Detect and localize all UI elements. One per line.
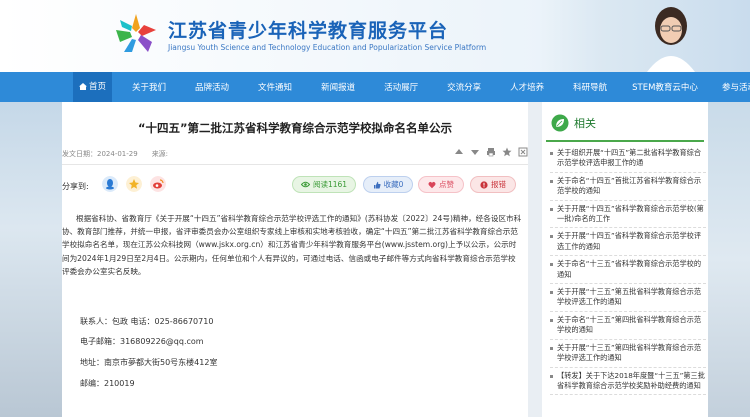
article-title: “十四五”第二批江苏省科学教育综合示范学校拟命名名单公示: [137, 121, 453, 135]
favorite-button[interactable]: 收藏0: [363, 176, 413, 193]
qzone-share-icon[interactable]: [126, 176, 142, 192]
nav-item-exchange[interactable]: 交流分享: [447, 81, 481, 93]
like-button[interactable]: 点赞: [418, 176, 464, 193]
related-link[interactable]: 关于命名“十三五”第四批省科学教育综合示范学校的通知: [550, 315, 706, 340]
report-error-button[interactable]: 报错: [470, 176, 516, 193]
source-label: 来源:: [151, 150, 169, 158]
nav-item-stem-cloud[interactable]: STEM教育云中心: [632, 81, 698, 93]
heart-icon: [428, 181, 436, 188]
font-decrease-icon[interactable]: [470, 147, 480, 157]
related-link[interactable]: 关于命名“十三五”省科学教育综合示范学校的通知: [550, 259, 706, 285]
article-panel: “十四五”第二批江苏省科学教育综合示范学校拟命名名单公示 发文日期：2024-0…: [62, 102, 528, 417]
related-link[interactable]: 关于开展“十四五”省科学教育综合示范学校评选工作的通知: [550, 231, 706, 257]
warning-icon: [480, 180, 488, 189]
article-tools: [454, 147, 528, 157]
related-list: 关于组织开展“十四五”第二批省科学教育综合示范学校评选申报工作的通 关于命名“十…: [550, 148, 706, 398]
nav-item-participate[interactable]: 参与活动: [722, 81, 750, 93]
leaf-icon: [551, 114, 569, 132]
home-icon: [79, 83, 87, 90]
nav-item-exhibition[interactable]: 活动展厅: [384, 81, 418, 93]
site-subtitle: Jiangsu Youth Science and Technology Edu…: [168, 43, 487, 52]
related-link[interactable]: 关于命名“十四五”首批江苏省科学教育综合示范学校的通知: [550, 176, 706, 201]
nav-item-research[interactable]: 科研导航: [573, 81, 607, 93]
sidebar-header: 相关: [542, 110, 708, 136]
nav-item-brand-activities[interactable]: 品牌活动: [195, 81, 229, 93]
article-paragraph: 根据省科协、省教育厅《关于开展“十四五”省科学教育综合示范学校评选工作的通知》(…: [62, 214, 522, 276]
article-meta: 发文日期：2024-01-29 来源:: [62, 149, 168, 159]
font-increase-icon[interactable]: [454, 147, 464, 157]
contact-address: 地址：南京市夢都大街50号东楼412室: [80, 358, 218, 367]
sidebar-underline: [546, 140, 704, 142]
share-label: 分享到:: [62, 182, 89, 191]
favorite-star-icon[interactable]: [502, 147, 512, 157]
nav-item-label: 首页: [89, 82, 107, 92]
thumb-up-icon: [373, 181, 381, 188]
contact-postcode: 邮编：210019: [80, 379, 135, 388]
date-label: 发文日期：: [62, 150, 97, 158]
eye-icon: [300, 181, 310, 188]
nav-item-home[interactable]: 首页: [73, 72, 113, 102]
background-photo-right: [708, 102, 750, 417]
article-body: 根据省科协、省教育厅《关于开展“十四五”省科学教育综合示范学校评选工作的通知》(…: [62, 212, 522, 278]
site-title: 江苏省青少年科学教育服务平台: [168, 20, 449, 42]
print-icon[interactable]: [486, 147, 496, 157]
related-link[interactable]: 关于开展“十四五”省科学教育综合示范学校(第一批)命名的工作: [550, 204, 706, 229]
contact-email: 电子邮箱：316809226@qq.com: [80, 337, 204, 346]
weibo-share-icon[interactable]: [150, 176, 166, 192]
nav-item-about[interactable]: 关于我们: [132, 81, 166, 93]
nav-item-news[interactable]: 新闻报道: [321, 81, 355, 93]
related-link[interactable]: 【转发】关于下达2018年度暨“十三五”第三批省科学教育综合示范学校奖励补助经费…: [550, 371, 706, 396]
main-nav: 首页 关于我们 品牌活动 文件通知 新闻报道 活动展厅 交流分享 人才培养 科研…: [0, 72, 750, 102]
nav-item-notices[interactable]: 文件通知: [258, 81, 292, 93]
views-count: 阅读1161: [312, 180, 348, 189]
publish-date: 2024-01-29: [97, 150, 138, 158]
related-sidebar: 相关 关于组织开展“十四五”第二批省科学教育综合示范学校评选申报工作的通 关于命…: [542, 102, 708, 417]
views-button[interactable]: 阅读1161: [292, 176, 356, 193]
header-photo: [540, 0, 750, 72]
divider: [62, 164, 528, 165]
qq-share-icon[interactable]: [102, 176, 118, 192]
related-link[interactable]: 关于开展“十三五”第五批省科学教育综合示范学校评选工作的通知: [550, 287, 706, 312]
close-window-icon[interactable]: [518, 147, 528, 157]
like-label: 点赞: [439, 180, 454, 189]
background-photo-left: [0, 102, 62, 417]
related-link[interactable]: 关于组织开展“十四五”第二批省科学教育综合示范学校评选申报工作的通: [550, 148, 706, 173]
student-photo-icon: [647, 7, 695, 72]
site-header: 江苏省青少年科学教育服务平台 Jiangsu Youth Science and…: [0, 0, 750, 72]
favorite-count: 收藏0: [383, 180, 404, 189]
contact-person: 联系人：包政 电话：025-86670710: [80, 317, 214, 326]
nav-item-talent[interactable]: 人才培养: [510, 81, 544, 93]
related-link[interactable]: 关于开展“十三五”第四批省科学教育综合示范学校评选工作的通知: [550, 343, 706, 368]
sidebar-title: 相关: [574, 117, 596, 130]
logo-icon: [116, 14, 156, 52]
report-label: 报错: [491, 180, 506, 189]
